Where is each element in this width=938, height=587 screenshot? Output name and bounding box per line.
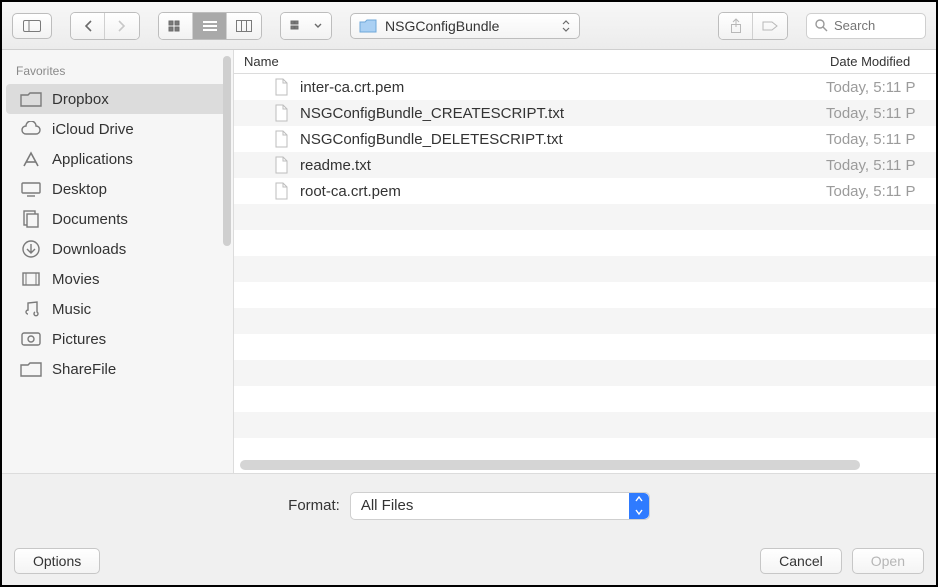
file-date: Today, 5:11 P: [826, 131, 936, 148]
file-icon: [272, 103, 290, 123]
empty-row: [234, 360, 936, 386]
pictures-icon: [20, 330, 42, 348]
sidebar-item-label: iCloud Drive: [52, 121, 134, 138]
file-name: root-ca.crt.pem: [300, 183, 826, 200]
empty-row: [234, 412, 936, 438]
sidebar-item-label: Documents: [52, 211, 128, 228]
downloads-icon: [20, 240, 42, 258]
sidebar-item-movies[interactable]: Movies: [6, 264, 229, 294]
file-row[interactable]: readme.txtToday, 5:11 P: [234, 152, 936, 178]
folder-icon: [20, 90, 42, 108]
cloud-icon: [20, 120, 42, 138]
desktop-icon: [20, 180, 42, 198]
sidebar-item-downloads[interactable]: Downloads: [6, 234, 229, 264]
sidebar-item-sharefile[interactable]: ShareFile: [6, 354, 229, 384]
format-stepper-icon: [629, 493, 649, 519]
view-mode-segment: [158, 12, 262, 40]
horizontal-scrollbar[interactable]: [234, 457, 936, 473]
folder-icon: [20, 360, 42, 378]
forward-button[interactable]: [105, 13, 139, 39]
file-name: inter-ca.crt.pem: [300, 79, 826, 96]
folder-path-label: NSGConfigBundle: [385, 18, 499, 34]
sidebar-toggle-button[interactable]: [12, 13, 52, 39]
sidebar-item-label: Movies: [52, 271, 100, 288]
file-row[interactable]: inter-ca.crt.pemToday, 5:11 P: [234, 74, 936, 100]
format-bar: Format: All Files: [2, 473, 936, 537]
file-name: NSGConfigBundle_DELETESCRIPT.txt: [300, 131, 826, 148]
empty-row: [234, 230, 936, 256]
sidebar-item-label: ShareFile: [52, 361, 116, 378]
file-name: NSGConfigBundle_CREATESCRIPT.txt: [300, 105, 826, 122]
search-icon: [815, 19, 828, 32]
empty-row: [234, 256, 936, 282]
sidebar-item-label: Applications: [52, 151, 133, 168]
sidebar-section-header: Favorites: [2, 60, 233, 84]
format-select[interactable]: All Files: [350, 492, 650, 520]
column-name-header[interactable]: Name: [234, 50, 826, 73]
documents-icon: [20, 210, 42, 228]
sidebar-item-dropbox[interactable]: Dropbox: [6, 84, 229, 114]
view-icons-button[interactable]: [159, 13, 193, 39]
folder-icon: [359, 19, 377, 33]
sidebar: Favorites Dropbox iCloud Drive Application…: [2, 50, 234, 473]
empty-row: [234, 204, 936, 230]
main-split: Favorites Dropbox iCloud Drive Application…: [2, 50, 936, 473]
file-date: Today, 5:11 P: [826, 79, 936, 96]
file-icon: [272, 129, 290, 149]
file-icon: [272, 181, 290, 201]
file-icon: [272, 77, 290, 97]
view-columns-button[interactable]: [227, 13, 261, 39]
share-button[interactable]: [719, 13, 753, 39]
file-icon: [272, 155, 290, 175]
file-list: Name Date Modified inter-ca.crt.pemToday…: [234, 50, 936, 473]
movies-icon: [20, 270, 42, 288]
file-date: Today, 5:11 P: [826, 105, 936, 122]
group-by-button[interactable]: [280, 12, 332, 40]
empty-row: [234, 386, 936, 412]
sidebar-item-label: Dropbox: [52, 91, 109, 108]
file-row[interactable]: NSGConfigBundle_DELETESCRIPT.txtToday, 5…: [234, 126, 936, 152]
empty-row: [234, 308, 936, 334]
sidebar-item-label: Pictures: [52, 331, 106, 348]
search-input[interactable]: [834, 18, 917, 33]
cancel-button[interactable]: Cancel: [760, 548, 842, 574]
options-button[interactable]: Options: [14, 548, 100, 574]
sidebar-item-label: Downloads: [52, 241, 126, 258]
column-date-header[interactable]: Date Modified: [826, 50, 936, 73]
empty-row: [234, 282, 936, 308]
sidebar-item-documents[interactable]: Documents: [6, 204, 229, 234]
file-date: Today, 5:11 P: [826, 183, 936, 200]
sidebar-item-label: Desktop: [52, 181, 107, 198]
file-date: Today, 5:11 P: [826, 157, 936, 174]
tags-button[interactable]: [753, 13, 787, 39]
sidebar-item-label: Music: [52, 301, 91, 318]
back-button[interactable]: [71, 13, 105, 39]
sidebar-item-music[interactable]: Music: [6, 294, 229, 324]
sidebar-item-pictures[interactable]: Pictures: [6, 324, 229, 354]
file-name: readme.txt: [300, 157, 826, 174]
format-selected-value: All Files: [361, 497, 414, 514]
view-list-button[interactable]: [193, 13, 227, 39]
share-tags-segment: [718, 12, 788, 40]
music-icon: [20, 300, 42, 318]
file-row[interactable]: root-ca.crt.pemToday, 5:11 P: [234, 178, 936, 204]
nav-back-forward: [70, 12, 140, 40]
sidebar-item-desktop[interactable]: Desktop: [6, 174, 229, 204]
sidebar-scrollbar[interactable]: [223, 56, 231, 246]
open-button[interactable]: Open: [852, 548, 924, 574]
column-headers: Name Date Modified: [234, 50, 936, 74]
search-field[interactable]: [806, 13, 926, 39]
bottom-bar: Options Cancel Open: [2, 537, 936, 585]
path-stepper-icon: [561, 14, 571, 38]
toolbar: NSGConfigBundle: [2, 2, 936, 50]
file-row[interactable]: NSGConfigBundle_CREATESCRIPT.txtToday, 5…: [234, 100, 936, 126]
sidebar-item-icloud-drive[interactable]: iCloud Drive: [6, 114, 229, 144]
sidebar-item-applications[interactable]: Applications: [6, 144, 229, 174]
app-icon: [20, 150, 42, 168]
folder-path-popup[interactable]: NSGConfigBundle: [350, 13, 580, 39]
format-label: Format:: [288, 497, 340, 514]
empty-row: [234, 334, 936, 360]
